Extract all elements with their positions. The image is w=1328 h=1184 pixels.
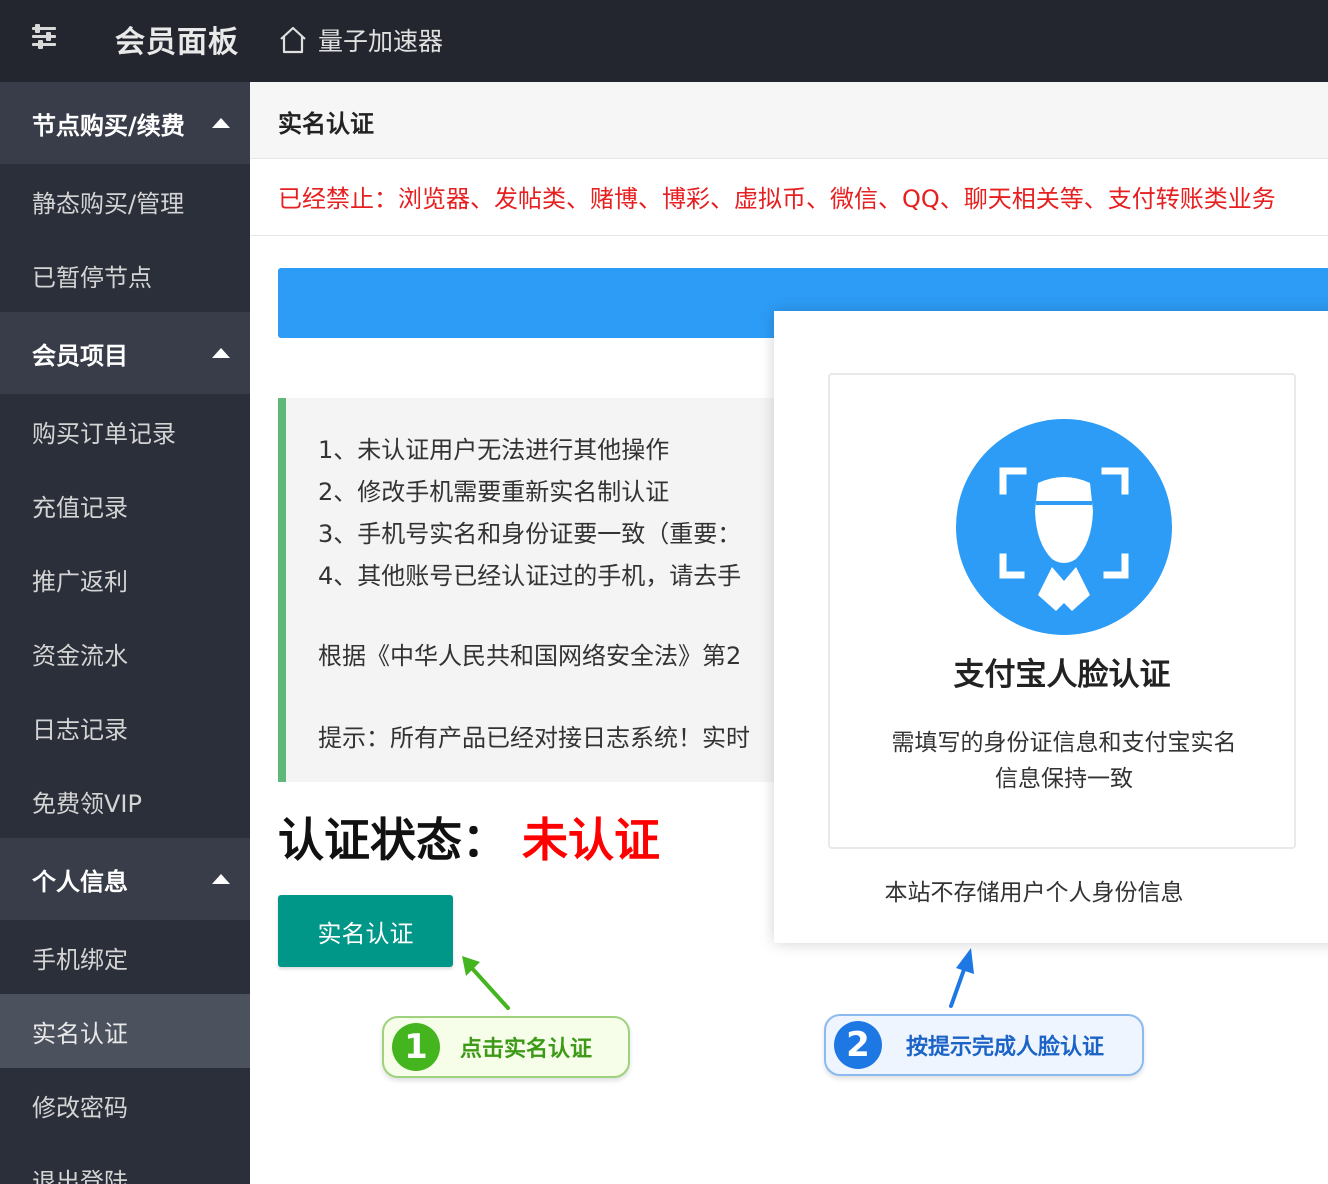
arrow-up-icon (949, 948, 974, 1008)
sidebar-group-label: 个人信息 (32, 867, 128, 896)
step-1-callout: 1 点击实名认证 (382, 1016, 630, 1078)
info-line: 3、手机号实名和身份证要一致（重要： (318, 520, 742, 548)
alipay-face-card[interactable]: 支付宝人脸认证 需填写的身份证信息和支付宝实名 信息保持一致 (828, 373, 1296, 849)
info-line: 2、修改手机需要重新实名制认证 (318, 478, 670, 506)
step-2-badge: 2 (834, 1021, 882, 1069)
prohibited-notice: 已经禁止：浏览器、发帖类、赌博、博彩、虚拟币、微信、QQ、聊天相关等、支付转账类… (278, 185, 1276, 213)
page-title: 实名认证 (278, 110, 374, 138)
info-line: 4、其他账号已经认证过的手机，请去手 (318, 562, 742, 590)
sidebar-item-recharge[interactable]: 充值记录 (0, 468, 250, 542)
sidebar-item-static-purchase[interactable]: 静态购买/管理 (0, 164, 250, 238)
sidebar-item-change-password[interactable]: 修改密码 (0, 1068, 250, 1142)
popup-desc-line: 信息保持一致 (995, 766, 1133, 792)
sidebar: 节点购买/续费 静态购买/管理 已暂停节点 会员项目 购买订单记录 充值记录 推… (0, 82, 250, 1184)
sidebar-item-real-name[interactable]: 实名认证 (0, 994, 250, 1068)
face-scan-icon (956, 419, 1172, 635)
arrow-up-left-icon (462, 956, 510, 1010)
caret-up-icon (212, 348, 230, 358)
popup-title: 支付宝人脸认证 (953, 657, 1171, 693)
sidebar-item-orders[interactable]: 购买订单记录 (0, 394, 250, 468)
law-text: 根据《中华人民共和国网络安全法》第2 (318, 642, 742, 670)
sidebar-item-referral[interactable]: 推广返利 (0, 542, 250, 616)
sidebar-group-nodes[interactable]: 节点购买/续费 (0, 82, 250, 164)
face-verify-popup: 支付宝人脸认证 需填写的身份证信息和支付宝实名 信息保持一致 本站不存储用户个人… (774, 311, 1328, 943)
popup-description: 需填写的身份证信息和支付宝实名 信息保持一致 (860, 725, 1268, 797)
step-2-callout: 2 按提示完成人脸认证 (824, 1014, 1144, 1076)
sidebar-item-funds[interactable]: 资金流水 (0, 616, 250, 690)
step-2-text: 按提示完成人脸认证 (906, 1035, 1105, 1060)
sidebar-item-free-vip[interactable]: 免费领VIP (0, 764, 250, 838)
status-label: 认证状态： (278, 813, 508, 867)
home-icon (280, 26, 306, 54)
sidebar-group-member[interactable]: 会员项目 (0, 312, 250, 394)
step-1-text: 点击实名认证 (460, 1037, 593, 1062)
info-line: 1、未认证用户无法进行其他操作 (318, 436, 670, 464)
tip-text: 提示：所有产品已经对接日志系统！实时 (318, 724, 750, 752)
caret-up-icon (212, 118, 230, 128)
notice-row: 已经禁止：浏览器、发帖类、赌博、博彩、虚拟币、微信、QQ、聊天相关等、支付转账类… (250, 159, 1328, 236)
caret-up-icon (212, 874, 230, 884)
sidebar-group-label: 会员项目 (32, 341, 128, 370)
card-header: 实名认证 (250, 82, 1328, 159)
status-value: 未认证 (522, 813, 660, 867)
verification-status: 认证状态： 未认证 (278, 804, 660, 870)
brand-title[interactable]: 会员面板 (115, 17, 239, 61)
privacy-note: 本站不存储用户个人身份信息 (884, 880, 1184, 906)
sidebar-item-logout[interactable]: 退出登陆 (0, 1142, 250, 1184)
popup-desc-line: 需填写的身份证信息和支付宝实名 (891, 730, 1237, 756)
sliders-icon[interactable] (30, 22, 60, 52)
sidebar-item-logs[interactable]: 日志记录 (0, 690, 250, 764)
sidebar-item-phone-binding[interactable]: 手机绑定 (0, 920, 250, 994)
home-link[interactable]: 量子加速器 (278, 20, 443, 60)
home-link-label: 量子加速器 (318, 27, 444, 56)
top-bar: 会员面板 量子加速器 (0, 0, 1328, 82)
sidebar-item-paused-nodes[interactable]: 已暂停节点 (0, 238, 250, 312)
step-1-badge: 1 (392, 1023, 440, 1071)
sidebar-group-label: 节点购买/续费 (32, 111, 185, 140)
real-name-verify-button[interactable]: 实名认证 (278, 895, 453, 967)
sidebar-group-personal[interactable]: 个人信息 (0, 838, 250, 920)
